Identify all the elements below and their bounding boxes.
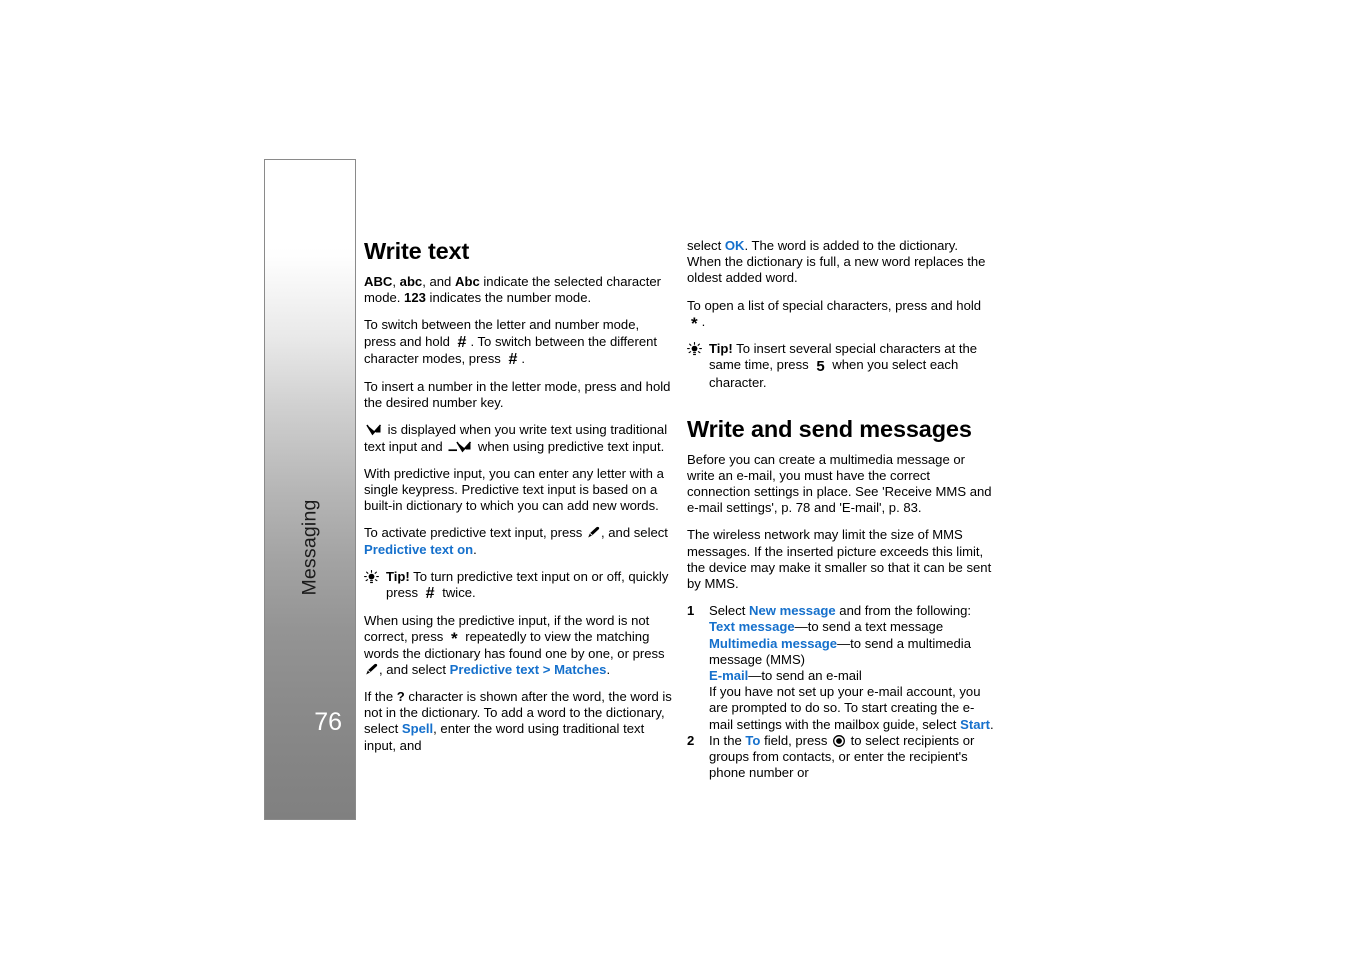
- text-run: indicates the number mode.: [425, 290, 592, 306]
- left-column: Write text ABC, abc, and Abc indicate th…: [364, 238, 672, 765]
- link-to-field[interactable]: To: [745, 733, 760, 748]
- text-bold: ABC: [364, 274, 393, 289]
- tip-insert-special-characters: Tip! To insert several special character…: [687, 341, 995, 392]
- text-run: To activate predictive text input, press: [364, 525, 586, 541]
- question-mark-bold: ?: [396, 689, 405, 705]
- predictive-text-input-icon: [448, 440, 472, 453]
- text-run: Select: [709, 603, 750, 619]
- link-matches[interactable]: Matches: [554, 662, 606, 677]
- text-run: .: [521, 350, 525, 366]
- pencil-key-icon: [587, 526, 600, 539]
- page-number: 76: [314, 708, 342, 736]
- paragraph-insert-number: To insert a number in the letter mode, p…: [364, 379, 671, 411]
- hash-key-icon: #: [425, 585, 435, 603]
- paragraph-special-characters: To open a list of special characters, pr…: [687, 297, 982, 333]
- key-5-icon: 5: [816, 358, 825, 376]
- paragraph-matching-words: When using the predictive input, if the …: [364, 613, 665, 677]
- right-column: select OK. The word is added to the dict…: [687, 238, 995, 781]
- scroll-key-icon: [833, 734, 845, 747]
- text-bold: abc: [399, 274, 423, 289]
- option-multimedia-message: Multimedia message—to send a multimedia …: [709, 636, 995, 668]
- note-email-account: If you have not set up your e-mail accou…: [709, 684, 995, 733]
- hash-key-icon: #: [457, 333, 467, 351]
- link-ok[interactable]: OK: [725, 238, 745, 253]
- text-run: —to send an e-mail: [748, 668, 862, 684]
- paragraph-character-modes: ABC, abc, and Abc indicate the selected …: [364, 274, 672, 306]
- text-run: .: [606, 661, 611, 677]
- pencil-key-icon: [365, 663, 378, 676]
- paragraph-predictive-description: With predictive input, you can enter any…: [364, 465, 664, 514]
- tip-label: Tip!: [386, 568, 410, 584]
- text-run: select: [687, 238, 725, 253]
- link-predictive-text[interactable]: Predictive text: [450, 662, 540, 677]
- step-number: 1: [687, 603, 695, 619]
- paragraph-mms-size-limit: The wireless network may limit the size …: [687, 527, 992, 592]
- link-text-message[interactable]: Text message: [709, 619, 795, 634]
- chapter-name-label: Messaging: [298, 499, 321, 596]
- link-multimedia-message[interactable]: Multimedia message: [709, 636, 837, 651]
- text-run: when using predictive text input.: [474, 438, 665, 454]
- traditional-text-input-icon: [366, 423, 382, 436]
- text-run: In the: [709, 732, 746, 748]
- text-run: ,: [392, 274, 400, 289]
- text-bold: 123: [404, 290, 426, 306]
- text-run: twice.: [438, 585, 476, 601]
- list-item: 2 In the To field, press to select recip…: [687, 733, 995, 782]
- text-run: —to send a text message: [794, 619, 944, 635]
- page-title: Write text: [364, 238, 470, 264]
- chapter-name: Messaging: [264, 159, 356, 595]
- lightbulb-icon: [687, 342, 702, 357]
- link-start[interactable]: Start: [960, 717, 990, 732]
- tip-predictive-toggle: Tip! To turn predictive text input on or…: [364, 569, 672, 602]
- link-e-mail[interactable]: E-mail: [709, 668, 748, 683]
- text-run: , and select: [379, 661, 450, 677]
- option-text-message: Text message—to send a text message: [709, 619, 995, 635]
- paragraph-switch-modes: To switch between the letter and number …: [364, 317, 672, 368]
- link-predictive-text-on[interactable]: Predictive text on: [364, 542, 473, 557]
- link-separator: >: [539, 661, 555, 677]
- tip-text: Tip! To turn predictive text input on or…: [386, 569, 672, 602]
- tip-label: Tip!: [709, 341, 733, 357]
- text-run: and from the following:: [835, 603, 972, 619]
- text-run: .: [473, 541, 477, 557]
- hash-key-icon: #: [508, 350, 518, 368]
- text-run: If you have not set up your e-mail accou…: [709, 684, 981, 732]
- lightbulb-icon: [364, 569, 379, 585]
- section-title-write-send: Write and send messages: [687, 415, 972, 442]
- text-run: To open a list of special characters, pr…: [687, 297, 982, 313]
- text-run: , and: [422, 274, 455, 289]
- paragraph-add-word: If the ? character is shown after the wo…: [364, 689, 672, 754]
- text-run: .: [989, 716, 994, 732]
- paragraph-activate-predictive: To activate predictive text input, press…: [364, 525, 672, 557]
- text-run: , and select: [600, 525, 668, 541]
- text-run: field, press: [760, 732, 832, 748]
- tip-text: Tip! To insert several special character…: [709, 341, 995, 392]
- link-new-message[interactable]: New message: [749, 603, 836, 618]
- text-bold: Abc: [454, 274, 480, 289]
- option-email: E-mail—to send an e-mail: [709, 668, 995, 684]
- link-spell[interactable]: Spell: [402, 721, 433, 736]
- list-item: 1 Select New message and from the follow…: [687, 603, 995, 733]
- text-run: .: [701, 313, 706, 329]
- step-number: 2: [687, 732, 695, 748]
- paragraph-connection-settings: Before you can create a multimedia messa…: [687, 451, 992, 516]
- paragraph-word-added: select OK. The word is added to the dict…: [687, 238, 995, 287]
- steps-list: 1 Select New message and from the follow…: [687, 603, 995, 781]
- text-run: If the: [364, 689, 397, 705]
- paragraph-input-indicators: is displayed when you write text using t…: [364, 422, 672, 454]
